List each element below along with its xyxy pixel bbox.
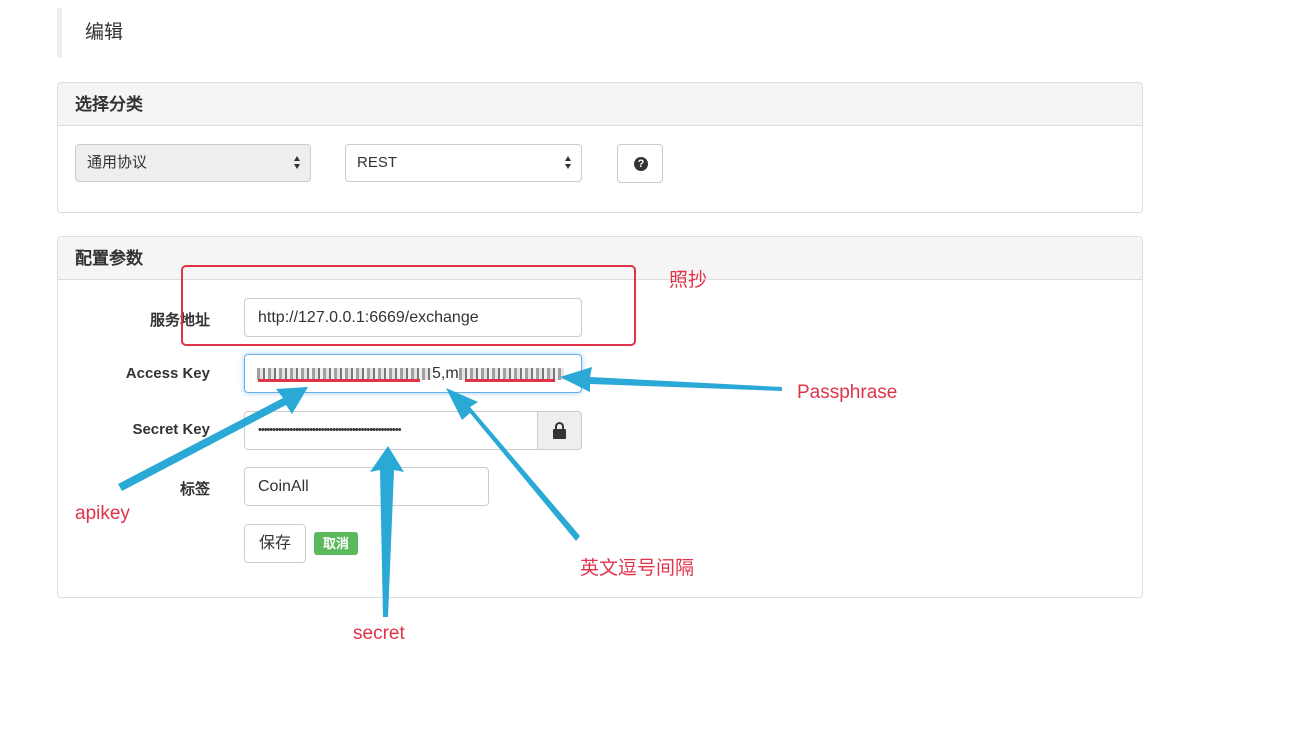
annotation-arrows — [118, 367, 782, 617]
passphrase-arrow — [560, 367, 782, 392]
comma-arrow — [446, 388, 580, 541]
secret-arrow — [370, 446, 404, 617]
apikey-arrow — [118, 387, 308, 491]
